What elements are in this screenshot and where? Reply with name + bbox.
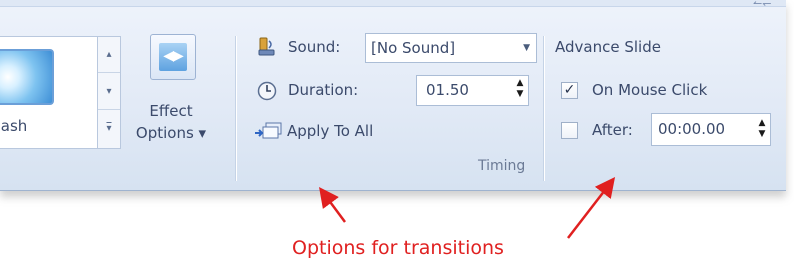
on-mouse-click-label: On Mouse Click	[592, 81, 708, 99]
sound-label: Sound:	[288, 38, 341, 56]
apply-to-all-icon	[255, 122, 282, 139]
sound-dropdown[interactable]: [No Sound] ▼	[365, 33, 537, 63]
gallery-scroll: ▴ ▾ ▾	[97, 36, 121, 149]
flash-transition-thumbnail[interactable]	[0, 49, 54, 105]
after-label: After:	[592, 121, 633, 139]
inner-separator	[543, 36, 544, 181]
effect-options-label-line1: Effect	[149, 102, 193, 120]
gallery-scroll-up-button[interactable]: ▴	[98, 37, 120, 73]
after-time-value: 00:00.00	[658, 120, 726, 138]
chevron-down-icon: ▼	[523, 43, 530, 53]
gallery-more-icon: ▾	[106, 123, 112, 134]
annotation-caption: Options for transitions	[292, 237, 504, 259]
on-mouse-click-checkbox[interactable]: ✓	[561, 82, 578, 99]
effect-options-icon: ◀▶	[150, 34, 196, 80]
apply-to-all-button[interactable]: Apply To All	[287, 122, 373, 140]
gallery-more-button[interactable]: ▾	[98, 111, 120, 147]
duration-label: Duration:	[288, 81, 359, 99]
timing-group-label: Timing	[478, 158, 526, 174]
group-separator	[235, 36, 236, 181]
after-checkbox[interactable]	[561, 122, 578, 139]
sound-dropdown-value: [No Sound]	[371, 39, 456, 57]
transition-gallery[interactable]: Flash	[0, 36, 98, 149]
duration-spinner[interactable]: 01.50 ▲ ▼	[416, 75, 529, 106]
duration-value: 01.50	[426, 81, 469, 99]
effect-options-button[interactable]: ◀▶ Effect Options ▾	[130, 34, 212, 152]
gallery-scroll-down-button[interactable]: ▾	[98, 74, 120, 110]
annotation-arrow-left	[319, 186, 347, 223]
gallery-item-label: Flash	[0, 117, 28, 135]
dialog-launcher-icon[interactable]: ↼↽	[753, 0, 777, 10]
after-time-spinner[interactable]: 00:00.00 ▲ ▼	[651, 113, 771, 146]
chevron-down-icon: ▾	[106, 86, 112, 97]
spinner-arrows-icon[interactable]: ▲ ▼	[515, 78, 525, 100]
ribbon: ↼↽ Flash ▴ ▾ ▾ ◀▶ Effect Options ▾ Sound…	[0, 0, 786, 191]
advance-slide-heading: Advance Slide	[555, 38, 661, 56]
chevron-up-icon: ▴	[106, 49, 112, 60]
clock-icon	[257, 81, 277, 101]
spinner-arrows-icon[interactable]: ▲ ▼	[757, 118, 767, 140]
effect-options-label-line2: Options ▾	[135, 124, 207, 142]
ribbon-top-strip	[0, 0, 786, 7]
sound-icon	[258, 37, 275, 56]
